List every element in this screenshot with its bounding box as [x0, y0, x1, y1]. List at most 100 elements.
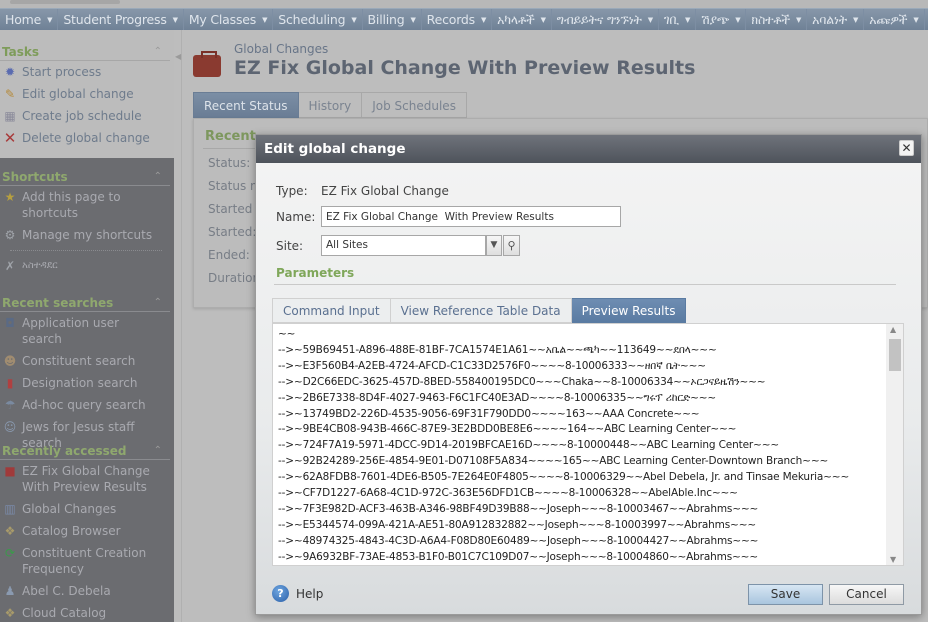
shortcut-add-page[interactable]: ★ Add this page to shortcuts — [0, 186, 170, 224]
result-line: -->~13749BD2-226D-4535-9056-69F31F790DD0… — [278, 407, 700, 420]
calendar-icon: ▦ — [4, 109, 16, 123]
shortcuts-header[interactable]: Shortcuts ⌃ — [0, 168, 170, 186]
recent-search-item[interactable]: ☂ Ad-hoc query search — [0, 394, 170, 416]
recent-item[interactable]: ❖ Cloud Catalog — [0, 602, 170, 622]
parameter-tabs: Command Input View Reference Table Data … — [272, 298, 687, 323]
edit-global-change-dialog: Edit global change ✕ Type: EZ Fix Global… — [255, 134, 922, 615]
catalog-icon: ❖ — [4, 606, 16, 620]
close-icon[interactable]: ✕ — [899, 140, 914, 156]
recent-search-item[interactable]: ☻ Constituent search — [0, 350, 170, 372]
scroll-up-icon[interactable]: ▲ — [890, 325, 896, 334]
recent-item[interactable]: ❖ Catalog Browser — [0, 520, 170, 542]
nav-item-revenue-am[interactable]: ገቢ ▼ — [659, 9, 697, 30]
search-icon[interactable]: ⚲ — [503, 235, 520, 256]
nav-item-events-am[interactable]: ክስተቶች ▼ — [746, 9, 808, 30]
nav-item-volunteers-am[interactable]: በጎ ፈቃደኞች▼ — [925, 9, 928, 30]
gear-process-icon: ✹ — [4, 65, 16, 79]
name-input[interactable] — [321, 206, 621, 227]
recently-accessed-header[interactable]: Recently accessed ⌃ — [0, 442, 170, 460]
nav-item-label: ክስተቶች — [751, 11, 790, 27]
save-button[interactable]: Save — [748, 584, 823, 605]
pencil-icon: ✎ — [4, 87, 16, 101]
collapse-icon[interactable]: ⌃ — [154, 297, 162, 308]
tasks-section: Tasks ⌃ ✹ Start process ✎ Edit global chang… — [0, 43, 170, 149]
collapse-icon[interactable]: ⌃ — [154, 445, 162, 456]
collapse-left-icon[interactable]: ◀ — [175, 52, 181, 61]
tab-preview-results[interactable]: Preview Results — [571, 298, 687, 323]
tab-view-reference-table-data[interactable]: View Reference Table Data — [390, 298, 572, 323]
nav-item-prospects-am[interactable]: አጩዎች ▼ — [864, 9, 925, 30]
dialog-title: Edit global change — [264, 141, 406, 157]
item-label: አስተዳደር — [22, 260, 58, 271]
task-edit-global-change[interactable]: ✎ Edit global change — [0, 83, 170, 105]
collapse-icon[interactable]: ⌃ — [154, 171, 162, 182]
chevron-down-icon[interactable]: ▼ — [486, 235, 502, 256]
chevron-down-icon: ▼ — [172, 15, 178, 24]
nav-item-billing[interactable]: Billing ▼ — [363, 9, 422, 30]
scroll-thumb[interactable] — [889, 339, 901, 371]
nav-item-label: Home — [5, 12, 42, 27]
scroll-down-icon[interactable]: ▼ — [890, 555, 896, 564]
breadcrumb[interactable]: Global Changes — [234, 42, 328, 56]
recent-item[interactable]: ▥ Global Changes — [0, 498, 170, 520]
result-line: -->~2B6E7338-8D4F-4027-9463-F6C1FC40E3AD… — [278, 391, 717, 404]
tab-job-schedules[interactable]: Job Schedules — [362, 92, 467, 118]
preview-results-textarea[interactable]: ~~ -->~59B69451-A896-488E-81BF-7CA1574E1… — [272, 323, 904, 566]
task-create-job-schedule[interactable]: ▦ Create job schedule — [0, 105, 170, 127]
tab-recent-status[interactable]: Recent Status — [193, 92, 299, 118]
thermometer-icon: ▮ — [6, 376, 14, 390]
type-label: Type: — [276, 184, 308, 198]
help-link[interactable]: Help — [296, 587, 323, 601]
nav-item-label: Records — [426, 12, 476, 27]
tab-command-input[interactable]: Command Input — [272, 298, 391, 323]
result-line: -->~9A6932BF-73AE-4853-B1F0-B01C7C109D07… — [278, 550, 758, 563]
tasks-header[interactable]: Tasks ⌃ — [0, 43, 170, 61]
tools-icon: ✗ — [4, 259, 16, 273]
main-nav-bar: Home ▼ Student Progress ▼ My Classes ▼ Sche… — [0, 8, 928, 30]
shortcut-administration[interactable]: ✗ አስተዳደር — [0, 255, 170, 277]
vertical-scrollbar[interactable]: ▲ ▼ — [886, 324, 903, 565]
sidebar: Tasks ⌃ ✹ Start process ✎ Edit global chang… — [0, 30, 174, 622]
recent-item[interactable]: ⟳ Constituent Creation Frequency — [0, 542, 170, 580]
recent-search-item[interactable]: ◘ Application user search — [0, 312, 170, 350]
nav-item-records[interactable]: Records ▼ — [422, 9, 493, 30]
section-title: Tasks — [2, 44, 40, 59]
recent-item[interactable]: ♟ Abel C. Debela — [0, 580, 170, 602]
help-icon[interactable]: ? — [272, 585, 289, 602]
nav-item-constituents-am[interactable]: አካላቶች ▼ — [492, 9, 552, 30]
sidebar-splitter[interactable]: ◀ — [174, 30, 182, 622]
result-line: -->~62A8FDB8-7601-4DE6-B505-7E264E0F4805… — [278, 471, 850, 484]
nav-item-sales-am[interactable]: ሽያጭ ▼ — [696, 9, 747, 30]
site-select[interactable]: All Sites — [321, 235, 486, 256]
nav-item-marketing-am[interactable]: ግብይይትና ግንኙነት ▼ — [552, 9, 659, 30]
task-delete-global-change[interactable]: ✕ Delete global change — [0, 127, 170, 149]
collapse-icon[interactable]: ⌃ — [154, 46, 162, 57]
nav-item-scheduling[interactable]: Scheduling ▼ — [273, 9, 363, 30]
recent-searches-section: Recent searches ⌃ ◘ Application user searc… — [0, 294, 170, 454]
divider — [203, 148, 263, 149]
task-start-process[interactable]: ✹ Start process — [0, 61, 170, 83]
nav-item-my-classes[interactable]: My Classes ▼ — [184, 9, 274, 30]
shortcut-manage[interactable]: ⚙ Manage my shortcuts — [0, 224, 170, 246]
item-label: Ad-hoc query search — [22, 398, 146, 412]
cancel-button[interactable]: Cancel — [829, 584, 904, 605]
recent-searches-header[interactable]: Recent searches ⌃ — [0, 294, 170, 312]
section-title: Shortcuts — [2, 169, 68, 184]
type-value: EZ Fix Global Change — [321, 184, 449, 198]
recent-status-heading: Recent — [205, 129, 256, 144]
duration-label: Duration — [208, 271, 261, 285]
nav-item-home[interactable]: Home ▼ — [0, 9, 59, 30]
recently-accessed-section: Recently accessed ⌃ ■ EZ Fix Global Change… — [0, 442, 170, 622]
nav-item-membership-am[interactable]: አባልነት ▼ — [807, 9, 865, 30]
recent-item[interactable]: ■ EZ Fix Global Change With Preview Resul… — [0, 460, 170, 498]
nav-item-student-progress[interactable]: Student Progress ▼ — [58, 9, 184, 30]
query-icon: ☂ — [4, 398, 16, 412]
chevron-down-icon: ▼ — [735, 15, 741, 24]
page-title: EZ Fix Global Change With Preview Result… — [234, 57, 696, 79]
chevron-down-icon: ▼ — [351, 15, 357, 24]
tab-history[interactable]: History — [298, 92, 363, 118]
recent-search-item[interactable]: ▮ Designation search — [0, 372, 170, 394]
person-icon: ♟ — [4, 584, 16, 598]
folder-star-icon: ★ — [4, 190, 16, 204]
item-label: Catalog Browser — [22, 524, 121, 538]
